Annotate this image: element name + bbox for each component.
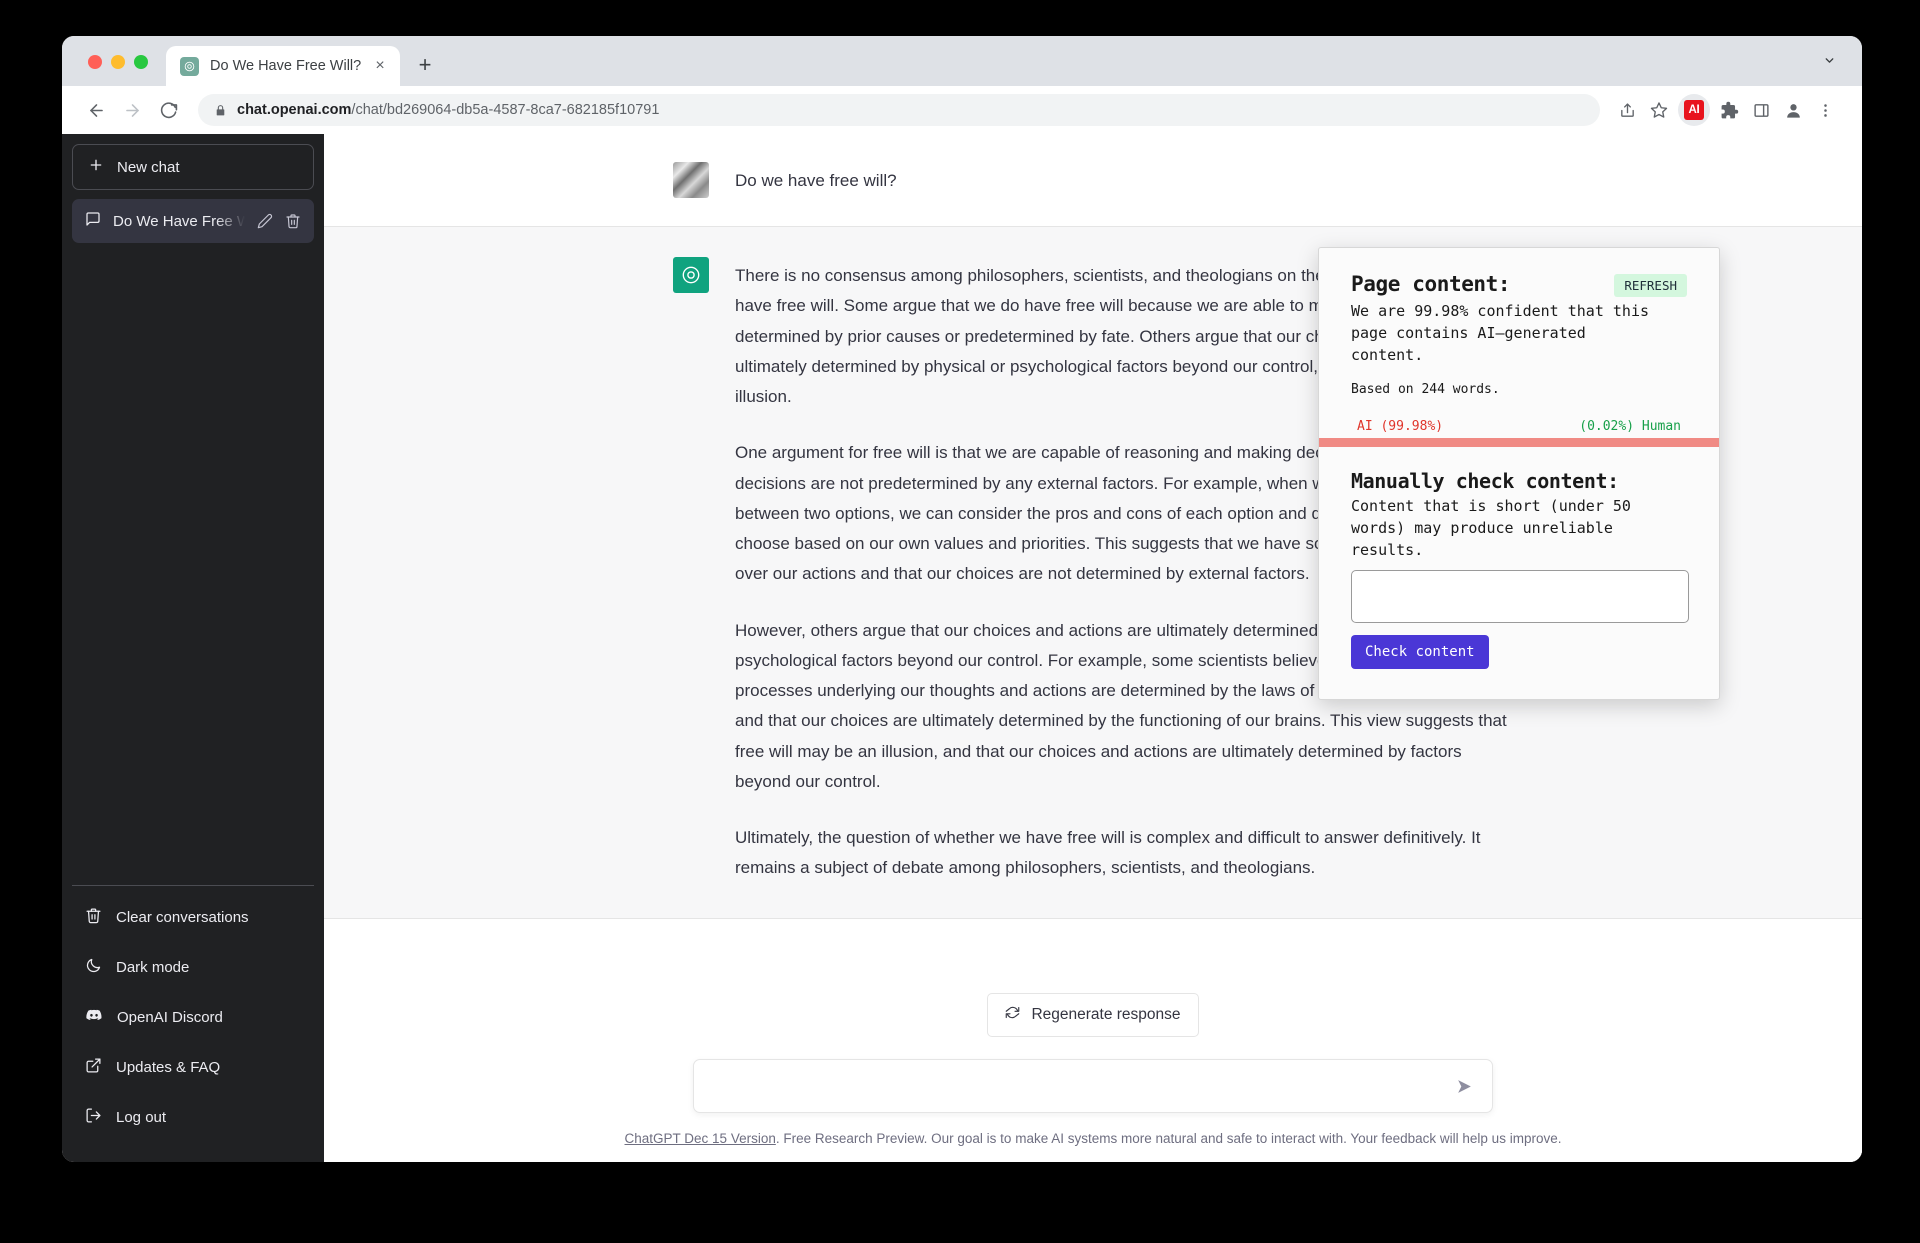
message-composer[interactable] (693, 1059, 1493, 1113)
regenerate-response-button[interactable]: Regenerate response (987, 993, 1199, 1037)
sidebar-item-log-out[interactable]: Log out (72, 1092, 314, 1142)
footer-note: ChatGPT Dec 15 Version. Free Research Pr… (625, 1131, 1562, 1146)
sidebar-item-label: Dark mode (116, 958, 190, 976)
score-labels: AI (99.98%) (0.02%) Human (1351, 419, 1687, 434)
user-message-text: Do we have free will? (735, 171, 897, 190)
avatar (673, 162, 709, 198)
sidebar-footer-menu: Clear conversations Dark mode OpenAI Dis… (72, 885, 314, 1162)
chatgpt-sidebar: New chat Do We Have Free Will? (62, 134, 324, 1162)
ai-score-label: AI (99.98%) (1357, 419, 1444, 435)
window-traffic-lights (62, 55, 148, 86)
new-chat-label: New chat (117, 158, 180, 176)
sidebar-item-dark-mode[interactable]: Dark mode (72, 942, 314, 992)
page-viewport: New chat Do We Have Free Will? (62, 134, 1862, 1162)
composer-area: Regenerate response ChatGPT Dec 15 Versi… (324, 993, 1862, 1162)
trash-icon[interactable] (285, 213, 301, 229)
page-content-header: Page content: REFRESH (1351, 272, 1687, 297)
url-path: /chat/bd269064-db5a-4587-8ca7-682185f107… (351, 102, 660, 118)
tab-title: Do We Have Free Will? (210, 58, 362, 74)
side-panel-icon[interactable] (1746, 95, 1776, 125)
regenerate-response-label: Regenerate response (1031, 1006, 1181, 1023)
check-content-button[interactable]: Check content (1351, 634, 1489, 669)
sidebar-conversation-item[interactable]: Do We Have Free Will? (72, 199, 314, 243)
browser-window: Do We Have Free Will? × + chat.openai.co… (62, 36, 1862, 1162)
chat-bubble-icon (85, 211, 101, 231)
version-link[interactable]: ChatGPT Dec 15 Version (625, 1131, 776, 1146)
human-score-label: (0.02%) Human (1579, 419, 1681, 435)
new-chat-button[interactable]: New chat (72, 144, 314, 190)
tab-strip: Do We Have Free Will? × + (62, 36, 1862, 86)
sidebar-item-clear-conversations[interactable]: Clear conversations (72, 892, 314, 942)
url-host: chat.openai.com (237, 102, 352, 118)
new-tab-button[interactable]: + (408, 48, 442, 82)
toolbar-icon-group: AI (1612, 94, 1840, 126)
refresh-button[interactable]: REFRESH (1614, 274, 1687, 297)
maximize-window-button[interactable] (134, 55, 148, 69)
trash-icon (85, 907, 102, 928)
address-bar-text: chat.openai.com/chat/bd269064-db5a-4587-… (237, 102, 659, 118)
close-tab-button[interactable]: × (370, 56, 390, 76)
edit-icon[interactable] (257, 213, 273, 229)
extension-badge-label: AI (1684, 100, 1704, 120)
send-arrow-icon[interactable] (1455, 1077, 1474, 1096)
extensions-puzzle-icon[interactable] (1714, 95, 1744, 125)
close-window-button[interactable] (88, 55, 102, 69)
chevron-down-icon[interactable] (1823, 54, 1836, 72)
browser-toolbar: chat.openai.com/chat/bd269064-db5a-4587-… (62, 86, 1862, 134)
lock-icon (214, 104, 227, 117)
reload-button[interactable] (152, 94, 184, 126)
moon-icon (85, 957, 102, 978)
ai-detector-extension-icon[interactable]: AI (1678, 94, 1710, 126)
sidebar-item-openai-discord[interactable]: OpenAI Discord (72, 992, 314, 1042)
confidence-text: We are 99.98% confident that this page c… (1351, 302, 1650, 364)
address-bar[interactable]: chat.openai.com/chat/bd269064-db5a-4587-… (198, 94, 1600, 126)
page-content-section: Page content: REFRESH We are 99.98% conf… (1319, 248, 1719, 434)
minimize-window-button[interactable] (111, 55, 125, 69)
logout-icon (85, 1107, 102, 1128)
external-link-icon (85, 1057, 102, 1078)
back-button[interactable] (80, 94, 112, 126)
page-content-title: Page content: (1351, 272, 1511, 296)
refresh-icon (1005, 1005, 1020, 1025)
forward-button[interactable] (116, 94, 148, 126)
sidebar-item-label: Updates & FAQ (116, 1058, 221, 1076)
profile-icon[interactable] (1778, 95, 1808, 125)
assistant-paragraph: Ultimately, the question of whether we h… (735, 828, 1481, 878)
chrome-menu-icon[interactable] (1810, 95, 1840, 125)
conversation-title: Do We Have Free Will? (113, 212, 245, 230)
sidebar-item-label: Clear conversations (116, 908, 249, 926)
manual-check-section: Manually check content: Content that is … (1319, 447, 1719, 698)
sidebar-item-updates-faq[interactable]: Updates & FAQ (72, 1042, 314, 1092)
ai-detector-popup: Page content: REFRESH We are 99.98% conf… (1318, 247, 1720, 700)
plus-icon (88, 157, 104, 177)
footer-note-rest: . Free Research Preview. Our goal is to … (775, 1131, 1562, 1146)
discord-icon (85, 1006, 103, 1028)
manual-check-description: Content that is short (under 50 words) m… (1351, 497, 1631, 559)
word-basis-text: Based on 244 words. (1351, 382, 1500, 398)
bookmark-star-icon[interactable] (1644, 95, 1674, 125)
sidebar-item-label: Log out (116, 1108, 167, 1126)
assistant-avatar (673, 257, 709, 293)
manual-check-title: Manually check content: (1351, 469, 1619, 494)
ai-probability-bar (1319, 438, 1719, 448)
user-message-row: Do we have free will? (324, 134, 1862, 226)
manual-check-textarea[interactable] (1351, 569, 1689, 623)
browser-tab[interactable]: Do We Have Free Will? × (166, 46, 400, 86)
share-icon[interactable] (1612, 95, 1642, 125)
sidebar-item-label: OpenAI Discord (117, 1008, 223, 1026)
message-input[interactable] (714, 1077, 1455, 1095)
openai-logo-icon (180, 56, 199, 76)
